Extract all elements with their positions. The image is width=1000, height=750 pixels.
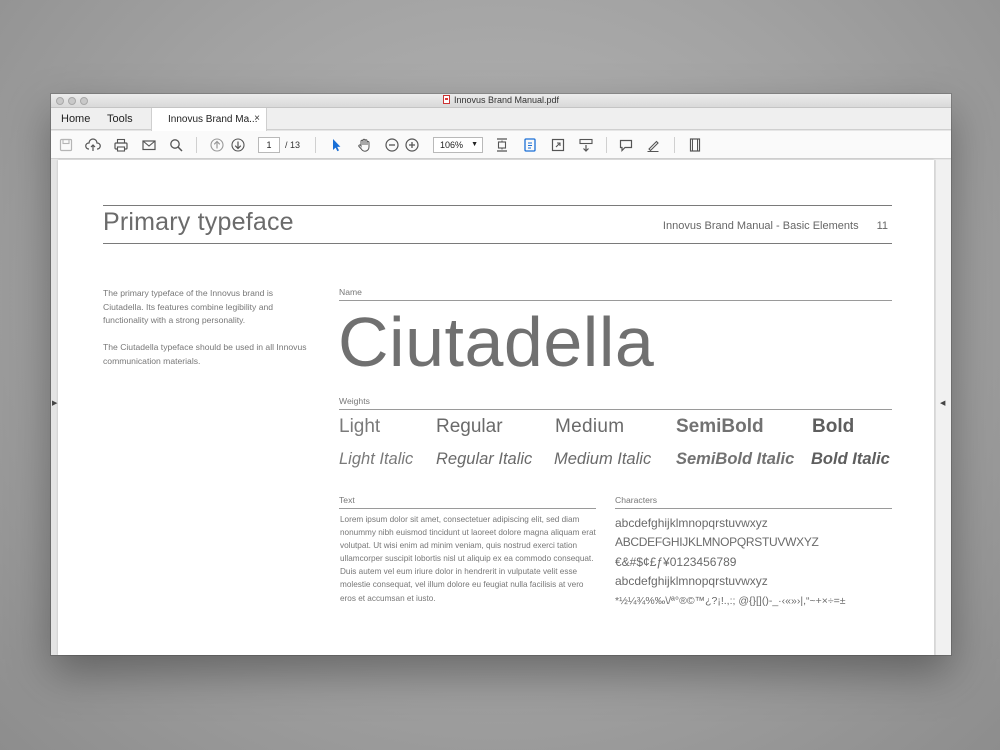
- weight-bold-italic: Bold Italic: [811, 450, 890, 468]
- window-title: Innovus Brand Manual.pdf: [51, 95, 951, 105]
- page-down-icon[interactable]: [230, 137, 246, 153]
- typeface-specimen: Ciutadella: [338, 303, 655, 381]
- mail-icon[interactable]: [141, 137, 157, 153]
- text-label: Text: [339, 495, 355, 505]
- uppercase-row: ABCDEFGHIJKLMNOPQRSTUVWXYZ: [615, 535, 819, 550]
- upload-icon[interactable]: [85, 137, 101, 153]
- search-icon[interactable]: [168, 137, 184, 153]
- toolbar-separator: [674, 137, 675, 153]
- smallcaps-row: abcdefghijklmnopqrstuvwxyz: [615, 574, 768, 589]
- vertical-scrollbar[interactable]: ◀: [935, 160, 951, 655]
- document-tab-label: Innovus Brand Ma...: [168, 114, 258, 125]
- lowercase-row: abcdefghijklmnopqrstuvwxyz: [615, 516, 768, 530]
- document-tab[interactable]: Innovus Brand Ma... ×: [151, 108, 267, 131]
- fit-page-icon[interactable]: [494, 137, 510, 153]
- pdf-viewer-window: Innovus Brand Manual.pdf Home Tools Inno…: [51, 94, 951, 655]
- weight-bold: Bold: [812, 416, 855, 437]
- sample-body-text: Lorem ipsum dolor sit amet, consectetuer…: [340, 515, 596, 603]
- filmstrip-icon[interactable]: [687, 137, 703, 153]
- weight-semibold-italic: SemiBold Italic: [676, 450, 795, 468]
- pdf-file-icon: [442, 95, 450, 104]
- name-rule: [339, 300, 892, 301]
- zoom-out-icon[interactable]: [384, 137, 400, 153]
- page-total-label: / 13: [285, 140, 301, 150]
- page-title: Primary typeface: [103, 208, 294, 236]
- header-rule-bottom: [103, 243, 892, 244]
- chevron-down-icon: ▼: [471, 141, 478, 148]
- menu-bar: Home Tools Innovus Brand Ma... ×: [51, 108, 951, 131]
- weights-rule: [339, 409, 892, 410]
- close-tab-icon[interactable]: ×: [254, 113, 260, 124]
- toolbar-separator: [315, 137, 316, 153]
- page-up-icon[interactable]: [209, 137, 225, 153]
- zoom-select[interactable]: 106% ▼: [433, 137, 483, 153]
- zoom-in-icon[interactable]: [404, 137, 420, 153]
- tools-menu[interactable]: Tools: [107, 113, 133, 125]
- toolbar-separator: [196, 137, 197, 153]
- scroll-mode-icon[interactable]: [578, 137, 594, 153]
- characters-label: Characters: [615, 495, 658, 505]
- weight-semibold: SemiBold: [676, 416, 764, 437]
- intro-paragraph: The primary typeface of the Innovus bran…: [103, 288, 274, 326]
- zoom-value: 106%: [440, 140, 464, 150]
- numerals-row: €&#$¢£ƒ¥0123456789: [615, 554, 737, 569]
- comment-icon[interactable]: [618, 137, 634, 153]
- page-number: 11: [876, 220, 888, 232]
- home-menu[interactable]: Home: [61, 113, 90, 125]
- right-panel-toggle-icon[interactable]: ◀: [940, 399, 945, 407]
- pdf-page: Primary typeface Innovus Brand Manual - …: [58, 160, 934, 655]
- toolbar-separator: [606, 137, 607, 153]
- weight-medium-italic: Medium Italic: [554, 450, 652, 468]
- save-icon[interactable]: [58, 137, 74, 153]
- document-area[interactable]: ▶ Primary typeface Innovus Brand Manual …: [51, 160, 951, 655]
- sign-icon[interactable]: [645, 137, 661, 153]
- symbols-row: *½¼¾%‰\/ª°®©™¿?¡!.,:; @{}[]()-_·‹«»›|,“~…: [615, 594, 846, 607]
- weight-medium: Medium: [555, 416, 625, 437]
- weight-regular-italic: Regular Italic: [436, 450, 533, 468]
- weight-regular: Regular: [436, 416, 503, 437]
- page-view-icon[interactable]: [522, 137, 538, 153]
- page-number-input[interactable]: 1: [258, 137, 280, 153]
- weight-light-italic: Light Italic: [339, 450, 414, 468]
- name-label: Name: [339, 287, 362, 297]
- fullscreen-icon[interactable]: [550, 137, 566, 153]
- window-title-text: Innovus Brand Manual.pdf: [453, 95, 560, 105]
- left-panel-toggle-icon[interactable]: ▶: [52, 399, 57, 407]
- hand-icon[interactable]: [356, 137, 372, 153]
- toolbar: 1 / 13 106% ▼: [51, 131, 951, 159]
- intro-paragraph: The Ciutadella typeface should be used i…: [103, 342, 307, 366]
- text-rule: [339, 508, 596, 509]
- weights-label: Weights: [339, 396, 370, 406]
- page-header: Innovus Brand Manual - Basic Elements 11: [663, 220, 888, 232]
- weight-light: Light: [339, 416, 381, 437]
- intro-text: The primary typeface of the Innovus bran…: [103, 287, 308, 382]
- print-icon[interactable]: [113, 137, 129, 153]
- title-bar: Innovus Brand Manual.pdf: [51, 94, 951, 108]
- manual-section-label: Innovus Brand Manual - Basic Elements: [662, 220, 859, 232]
- characters-rule: [615, 508, 892, 509]
- header-rule-top: [103, 205, 892, 206]
- character-set: abcdefghijklmnopqrstuvwxyz ABCDEFGHIJKLM…: [615, 514, 846, 611]
- select-arrow-icon[interactable]: [328, 137, 344, 153]
